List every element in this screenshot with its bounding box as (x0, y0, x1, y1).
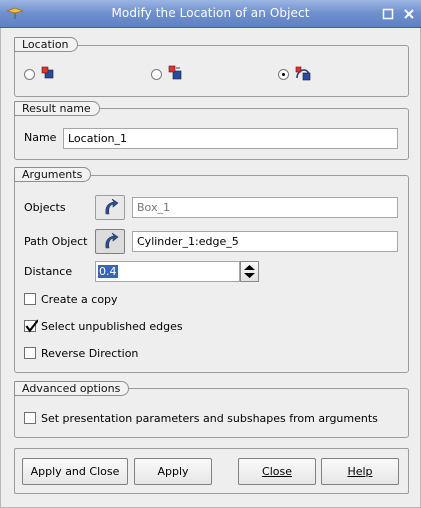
path-object-select-button[interactable] (95, 229, 125, 254)
apply-label: Apply (157, 465, 189, 478)
arrow-select-icon (105, 232, 119, 249)
advanced-options-group-title: Advanced options (14, 381, 130, 396)
location-group (14, 45, 409, 97)
location-by-coords-icon (40, 65, 58, 84)
window-titlebar: Modify the Location of an Object (0, 0, 421, 28)
objects-field[interactable]: Box_1 (132, 197, 398, 218)
close-label: Close (262, 465, 292, 478)
arrow-select-icon (105, 198, 119, 215)
presentation-params-checkbox[interactable] (24, 412, 36, 424)
close-icon[interactable] (401, 6, 417, 22)
help-button[interactable]: Help (321, 458, 399, 485)
path-object-label: Path Object (24, 235, 88, 248)
location-option-1-radio[interactable] (24, 69, 35, 80)
spin-arrows-icon (244, 265, 255, 278)
arguments-group-title: Arguments (14, 167, 92, 182)
reverse-direction-checkbox[interactable] (24, 347, 36, 359)
name-field[interactable]: Location_1 (63, 128, 398, 149)
create-copy-checkbox[interactable] (24, 293, 36, 305)
apply-and-close-button[interactable]: Apply and Close (22, 458, 128, 485)
location-option-2-radio[interactable] (151, 69, 162, 80)
name-label: Name (24, 131, 57, 144)
location-by-reference-icon (167, 65, 185, 84)
close-button[interactable]: Close (238, 458, 316, 485)
reverse-direction-label: Reverse Direction (41, 347, 139, 360)
create-copy-label: Create a copy (41, 293, 118, 306)
objects-label: Objects (24, 201, 66, 214)
distance-spinbox-field[interactable]: 0.4 (95, 261, 240, 282)
window-title: Modify the Location of an Object (111, 6, 310, 20)
help-label: Help (347, 465, 373, 478)
presentation-params-label: Set presentation parameters and subshape… (41, 412, 378, 425)
select-unpublished-checkbox[interactable] (24, 319, 38, 333)
maximize-icon[interactable] (380, 6, 396, 22)
distance-value: 0.4 (98, 265, 118, 278)
result-name-group-title: Result name (14, 101, 100, 116)
select-unpublished-label: Select unpublished edges (41, 320, 183, 333)
distance-spin-buttons[interactable] (240, 261, 259, 282)
checkmark-icon (25, 319, 38, 333)
apply-button[interactable]: Apply (134, 458, 212, 485)
path-object-field[interactable]: Cylinder_1:edge_5 (132, 231, 398, 252)
location-by-path-icon (294, 65, 312, 84)
objects-select-button[interactable] (95, 195, 125, 220)
distance-label: Distance (24, 265, 73, 278)
location-option-3-radio[interactable] (278, 69, 289, 80)
location-group-title: Location (14, 37, 78, 52)
apply-and-close-label: Apply and Close (30, 465, 120, 478)
